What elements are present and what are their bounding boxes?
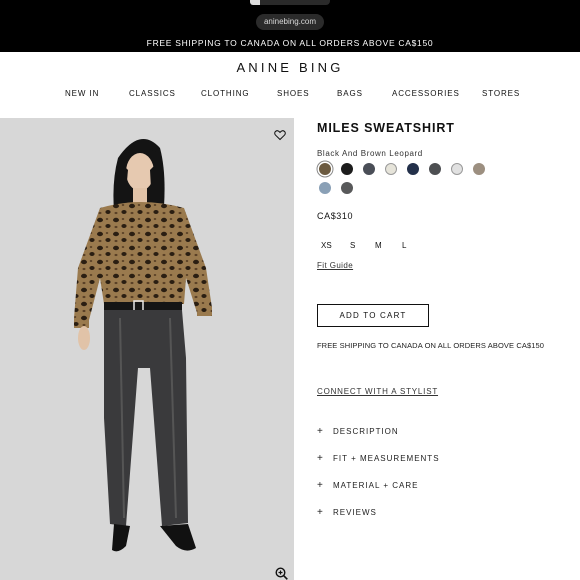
swatch-ivory[interactable] <box>385 163 397 175</box>
tab-dot <box>250 0 260 5</box>
nav-item-accessories[interactable]: ACCESSORIES <box>392 89 460 98</box>
size-m[interactable]: M <box>375 241 382 250</box>
accordion-reviews[interactable]: + REVIEWS <box>317 507 377 519</box>
accordion-material-care[interactable]: + MATERIAL + CARE <box>317 480 418 492</box>
size-s[interactable]: S <box>350 241 355 250</box>
brand-logo[interactable]: ANINE BING <box>0 60 580 75</box>
swatch-grey[interactable] <box>341 182 353 194</box>
swatch-light-grey[interactable] <box>451 163 463 175</box>
announcement-bar: FREE SHIPPING TO CANADA ON ALL ORDERS AB… <box>0 34 580 52</box>
accordion-label: MATERIAL + CARE <box>333 481 419 490</box>
add-to-cart-button[interactable]: ADD TO CART <box>317 304 429 327</box>
swatch-light-blue[interactable] <box>319 182 331 194</box>
price: CA$310 <box>317 211 354 221</box>
swatch-dark-grey[interactable] <box>429 163 441 175</box>
color-name: Black And Brown Leopard <box>317 149 423 158</box>
nav-item-stores[interactable]: STORES <box>482 89 520 98</box>
main-nav: NEW IN CLASSICS CLOTHING SHOES BAGS ACCE… <box>0 89 580 101</box>
size-l[interactable]: L <box>402 241 406 250</box>
nav-item-new-in[interactable]: NEW IN <box>65 89 99 98</box>
accordion-label: REVIEWS <box>333 508 377 517</box>
plus-icon: + <box>317 453 324 464</box>
plus-icon: + <box>317 507 324 518</box>
swatch-charcoal[interactable] <box>363 163 375 175</box>
nav-item-classics[interactable]: CLASSICS <box>129 89 176 98</box>
address-bar[interactable]: aninebing.com <box>256 14 324 30</box>
product-title: MILES SWEATSHIRT <box>317 121 455 135</box>
nav-item-bags[interactable]: BAGS <box>337 89 363 98</box>
nav-item-clothing[interactable]: CLOTHING <box>201 89 250 98</box>
swatch-navy[interactable] <box>407 163 419 175</box>
nav-item-shoes[interactable]: SHOES <box>277 89 310 98</box>
plus-icon: + <box>317 480 324 491</box>
product-image[interactable] <box>0 118 294 580</box>
plus-icon: + <box>317 426 324 437</box>
accordion-label: FIT + MEASUREMENTS <box>333 454 440 463</box>
browser-tab-indicator <box>250 0 330 5</box>
swatch-leopard[interactable] <box>319 163 331 175</box>
browser-top-bar: aninebing.com <box>0 0 580 34</box>
connect-stylist-link[interactable]: CONNECT WITH A STYLIST <box>317 387 438 396</box>
accordion-fit-measurements[interactable]: + FIT + MEASUREMENTS <box>317 453 440 465</box>
swatch-black[interactable] <box>341 163 353 175</box>
accordion-description[interactable]: + DESCRIPTION <box>317 426 399 438</box>
swatch-taupe-print[interactable] <box>473 163 485 175</box>
heart-icon[interactable] <box>274 129 286 141</box>
shipping-note: FREE SHIPPING TO CANADA ON ALL ORDERS AB… <box>317 341 545 350</box>
accordion-label: DESCRIPTION <box>333 427 399 436</box>
model-illustration <box>74 139 212 552</box>
zoom-in-icon[interactable] <box>275 567 288 580</box>
size-xs[interactable]: XS <box>321 241 332 250</box>
fit-guide-link[interactable]: Fit Guide <box>317 261 353 270</box>
